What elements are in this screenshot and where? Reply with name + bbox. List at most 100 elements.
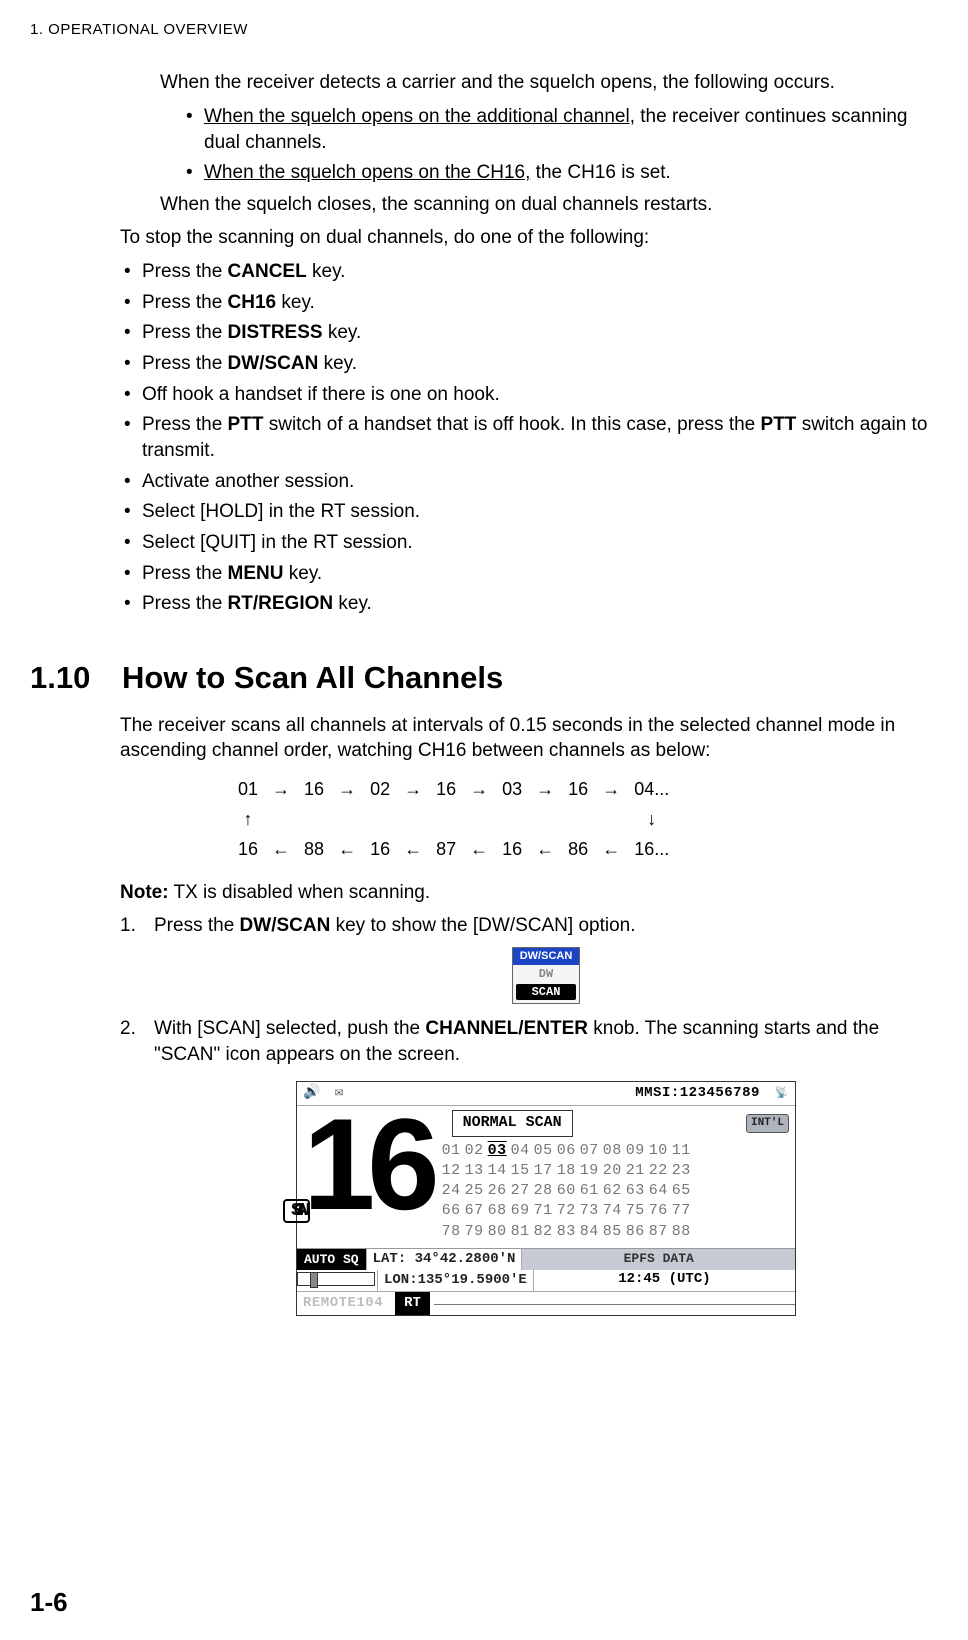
channel-cell: 69: [511, 1202, 530, 1219]
screen-main: SCAN 16 NORMAL SCAN INT'L 01020304050607…: [297, 1106, 795, 1248]
c: 04...: [628, 776, 675, 804]
screen-right-col: NORMAL SCAN INT'L 0102030405060708091011…: [442, 1106, 795, 1248]
channel-cell: 26: [488, 1182, 507, 1199]
intro-p3: To stop the scanning on dual channels, d…: [120, 225, 938, 251]
stop-item-quit: Select [QUIT] in the RT session.: [120, 530, 938, 556]
bottom-row-1: AUTO SQ LAT: 34°42.2800'N EPFS DATA: [297, 1248, 795, 1271]
channel-cell: 05: [534, 1142, 553, 1159]
channel-cell: 27: [511, 1182, 530, 1199]
stop-item-ch16: Press the CH16 key.: [120, 290, 938, 316]
channel-cell: 04: [511, 1142, 530, 1159]
t: Press the: [142, 261, 228, 282]
t: key.: [284, 563, 323, 584]
channel-cell: 65: [672, 1182, 691, 1199]
t: Press the: [142, 414, 228, 435]
steps-list: 1. Press the DW/SCAN key to show the [DW…: [120, 913, 938, 1316]
key-channelenter: CHANNEL/ENTER: [425, 1018, 588, 1039]
channel-cell: 64: [649, 1182, 668, 1199]
stop-item-offhook: Off hook a handset if there is one on ho…: [120, 382, 938, 408]
channel-cell: 71: [534, 1202, 553, 1219]
intl-badge: INT'L: [746, 1114, 789, 1133]
c: [332, 806, 362, 834]
c: [496, 806, 528, 834]
channel-cell: 76: [649, 1202, 668, 1219]
t: Press the: [142, 322, 228, 343]
channel-cell: 24: [442, 1182, 461, 1199]
channel-cell: 63: [626, 1182, 645, 1199]
intro-block: When the receiver detects a carrier and …: [160, 70, 938, 217]
bottom-row-2: LON:135°19.5900'E 12:45 (UTC): [297, 1270, 795, 1291]
channel-cell: 77: [672, 1202, 691, 1219]
c: [464, 806, 494, 834]
scan-row-1: 01→16→02→16→03→16→04...: [232, 776, 675, 804]
c: →: [464, 776, 494, 804]
key-dwscan2: DW/SCAN: [240, 915, 331, 936]
t: key.: [307, 261, 346, 282]
rt-underline: [434, 1303, 795, 1305]
channel-cell: 68: [488, 1202, 507, 1219]
step-1: 1. Press the DW/SCAN key to show the [DW…: [120, 913, 938, 1004]
channel-cell: 74: [603, 1202, 622, 1219]
t: Press the: [142, 292, 228, 313]
channel-cell: 83: [557, 1223, 576, 1240]
channel-cell: 62: [603, 1182, 622, 1199]
c: [530, 806, 560, 834]
c: [266, 806, 296, 834]
device-screen: 🔊 ✉ MMSI:123456789 📡 SCAN 16: [296, 1081, 796, 1316]
scan-badge: SCAN: [283, 1199, 310, 1223]
channel-cell: 02: [465, 1142, 484, 1159]
t: Press the: [142, 563, 228, 584]
channel-cell: 81: [511, 1223, 530, 1240]
c: [596, 806, 626, 834]
stop-list: Press the CANCEL key. Press the CH16 key…: [120, 259, 938, 617]
channel-cell: 73: [580, 1202, 599, 1219]
t: Press the: [142, 353, 228, 374]
channel-cell: 08: [603, 1142, 622, 1159]
intro-p1: When the receiver detects a carrier and …: [160, 70, 938, 96]
channel-cell: 17: [534, 1162, 553, 1179]
step-2: 2. With [SCAN] selected, push the CHANNE…: [120, 1016, 938, 1316]
mmsi-readout: MMSI:123456789 📡: [635, 1084, 789, 1103]
channel-cell: 82: [534, 1223, 553, 1240]
stop-item-ptt: Press the PTT switch of a handset that i…: [120, 412, 938, 463]
c: 16: [496, 836, 528, 864]
key-rtregion: RT/REGION: [228, 593, 334, 614]
antenna-icon: 📡: [775, 1088, 789, 1100]
key-menu: MENU: [228, 563, 284, 584]
content-block: When the receiver detects a carrier and …: [120, 70, 938, 617]
c: →: [398, 776, 428, 804]
scan-row-2: ↑↓: [232, 806, 675, 834]
c: [364, 806, 396, 834]
big-value: 16: [303, 1091, 432, 1237]
channel-cell: 15: [511, 1162, 530, 1179]
bottom-row-3: REMOTE104 RT: [297, 1291, 795, 1315]
page-number: 1-6: [30, 1585, 68, 1620]
channel-cell: 79: [465, 1223, 484, 1240]
c: ←: [398, 836, 428, 864]
badge-row: NORMAL SCAN INT'L: [442, 1110, 789, 1136]
c: 88: [298, 836, 330, 864]
note-text: TX is disabled when scanning.: [169, 882, 431, 903]
channel-cell: 21: [626, 1162, 645, 1179]
channel-cell: 28: [534, 1182, 553, 1199]
c: ↓: [628, 806, 675, 834]
epfs-badge: EPFS DATA: [522, 1249, 795, 1271]
channel-cell: 03: [488, 1142, 507, 1159]
channel-cell: 72: [557, 1202, 576, 1219]
t: Press the: [154, 915, 240, 936]
section-title: How to Scan All Channels: [122, 657, 503, 699]
channel-cell: 14: [488, 1162, 507, 1179]
section-desc: The receiver scans all channels at inter…: [120, 713, 938, 764]
c: 87: [430, 836, 462, 864]
channel-cell: 20: [603, 1162, 622, 1179]
lat-readout: LAT: 34°42.2800'N: [366, 1249, 523, 1271]
section-header: 1.10 How to Scan All Channels: [30, 657, 938, 699]
c: 16...: [628, 836, 675, 864]
t: key to show the [DW/SCAN] option.: [330, 915, 635, 936]
remote-label: REMOTE104: [297, 1292, 389, 1315]
step-2-num: 2.: [120, 1016, 136, 1042]
c: 16: [562, 776, 594, 804]
c: 03: [496, 776, 528, 804]
note-label: Note:: [120, 882, 169, 903]
c: →: [266, 776, 296, 804]
